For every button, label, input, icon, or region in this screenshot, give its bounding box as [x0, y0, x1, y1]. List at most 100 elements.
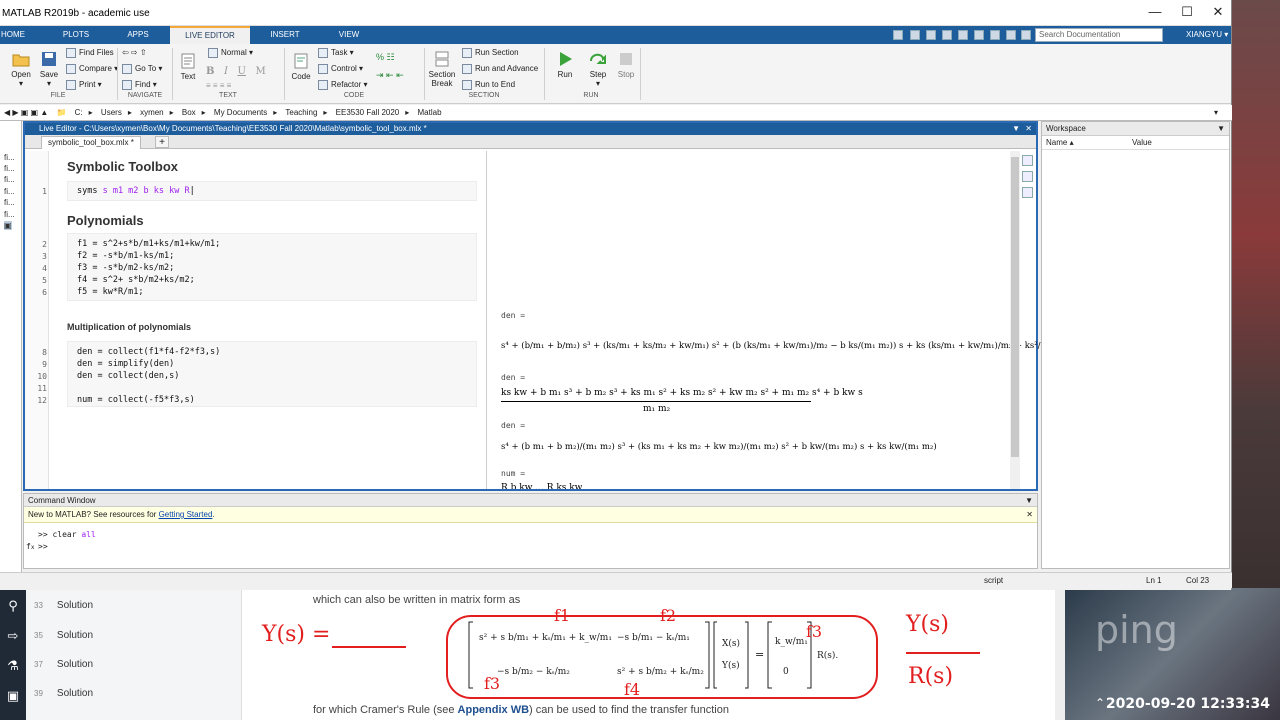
user-account-menu[interactable]: XIANGYU ▾ — [1186, 26, 1228, 44]
panel-options-icon[interactable]: ▼ — [1025, 494, 1033, 507]
file-item[interactable]: fi... — [4, 175, 15, 184]
file-item-selected[interactable]: ▣ — [4, 221, 12, 230]
file-item[interactable]: fi... — [4, 210, 15, 219]
code-line[interactable]: f2 = -s*b/m1-ks/m1; — [77, 251, 174, 261]
code-line[interactable]: den = collect(den,s) — [77, 371, 179, 381]
open-button[interactable]: Open ▾ — [8, 50, 34, 88]
output-inline-icon[interactable] — [1022, 171, 1033, 182]
tab-apps[interactable]: APPS — [116, 26, 160, 44]
control-button[interactable]: Control ▾ — [318, 64, 363, 74]
code-line[interactable]: f4 = s^2+ s*b/m2+ks/m2; — [77, 275, 195, 285]
address-dropdown-icon[interactable]: ▾ — [1214, 105, 1218, 121]
minimize-button[interactable]: — — [1140, 4, 1170, 19]
step-button[interactable]: Step ▾ — [585, 50, 611, 88]
column-name[interactable]: Name ▴ — [1046, 136, 1074, 150]
stop-button[interactable]: Stop — [613, 50, 639, 79]
back-forward-buttons[interactable]: ⇦ ⇨ ⇧ — [122, 48, 147, 57]
close-button[interactable]: ✕ — [1203, 4, 1233, 20]
tab-insert[interactable]: INSERT — [262, 26, 308, 44]
current-folder-bar[interactable]: ◀ ▶ ▣ ▣ ▲ 📁 C: ▸ Users ▸ xymen ▸ Box ▸ My Do… — [0, 105, 1232, 121]
monospace-button[interactable]: M — [255, 66, 265, 77]
panel-close-icon[interactable]: ✕ — [1025, 123, 1032, 135]
breadcrumb-item[interactable]: xymen — [140, 108, 164, 117]
code-button[interactable]: Code — [288, 52, 314, 81]
column-value[interactable]: Value — [1132, 136, 1152, 150]
code-line[interactable]: den = simplify(den) — [77, 359, 174, 369]
code-line[interactable]: f3 = -s*b/m2-ks/m2; — [77, 263, 174, 273]
indent-icons[interactable]: ⇥ ⇤ ⇤ — [376, 70, 404, 81]
file-item[interactable]: fi... — [4, 164, 15, 173]
page-scrollbar[interactable] — [1055, 588, 1065, 720]
toc-item[interactable]: 37 Solution — [34, 659, 93, 670]
run-section-button[interactable]: Run Section — [462, 48, 519, 58]
new-tab-button[interactable]: + — [155, 136, 169, 148]
run-to-end-button[interactable]: Run to End — [462, 80, 515, 90]
switch-windows-icon[interactable] — [990, 30, 1000, 40]
paste-icon[interactable] — [942, 30, 952, 40]
run-and-advance-button[interactable]: Run and Advance — [462, 64, 538, 74]
refactor-button[interactable]: Refactor ▾ — [318, 80, 367, 90]
comment-icons[interactable]: % ☷ — [376, 52, 395, 63]
breadcrumb-item[interactable]: C: — [75, 108, 83, 117]
image-icon[interactable]: ▣ — [5, 688, 21, 704]
bold-button[interactable]: B — [206, 66, 214, 77]
settings-icon[interactable] — [1021, 30, 1031, 40]
redo-icon[interactable] — [974, 30, 984, 40]
appendix-link[interactable]: Appendix WB — [458, 704, 530, 716]
undo-icon[interactable] — [958, 30, 968, 40]
find-button[interactable]: Find ▾ — [122, 80, 157, 90]
underline-button[interactable]: U — [238, 66, 246, 77]
print-button[interactable]: Print ▾ — [66, 80, 102, 90]
panel-options-icon[interactable]: ▼ — [1217, 122, 1225, 136]
login-icon[interactable]: ⇨ — [5, 628, 21, 644]
save-icon[interactable] — [893, 30, 903, 40]
toc-item[interactable]: 39 Solution — [34, 688, 93, 699]
search-icon[interactable]: ⚲ — [5, 598, 21, 614]
text-button[interactable]: Text — [176, 52, 200, 81]
toc-item[interactable]: 33 Solution — [34, 600, 93, 611]
output-scrollbar[interactable] — [1010, 151, 1020, 489]
code-line[interactable]: f5 = kw*R/m1; — [77, 287, 144, 297]
copy-icon[interactable] — [926, 30, 936, 40]
go-to-button[interactable]: Go To ▾ — [122, 64, 162, 74]
tab-live-editor[interactable]: LIVE EDITOR — [170, 26, 250, 45]
flask-icon[interactable]: ⚗ — [5, 658, 21, 674]
file-item[interactable]: fi... — [4, 198, 15, 207]
compare-button[interactable]: Compare ▾ — [66, 64, 118, 74]
hide-code-icon[interactable] — [1022, 187, 1033, 198]
breadcrumb-item[interactable]: My Documents — [214, 108, 267, 117]
notice-close-icon[interactable]: ✕ — [1026, 507, 1033, 523]
paragraph-style-dropdown[interactable]: Normal ▾ — [208, 48, 253, 58]
editor-tab-file[interactable]: symbolic_tool_box.mlx * — [41, 136, 141, 149]
help-icon[interactable] — [1006, 30, 1016, 40]
tab-plots[interactable]: PLOTS — [52, 26, 100, 44]
panel-options-icon[interactable]: ▼ — [1012, 123, 1020, 135]
file-item[interactable]: fi... — [4, 153, 15, 162]
search-documentation-input[interactable]: Search Documentation — [1035, 28, 1163, 42]
text-format-buttons[interactable]: B I U M — [206, 66, 266, 77]
toc-item[interactable]: 35 Solution — [34, 630, 93, 641]
list-align-buttons[interactable]: ≡ ≡ ≡ ≡ — [206, 81, 231, 90]
output-right-icon[interactable] — [1022, 155, 1033, 166]
code-line[interactable]: syms s m1 m2 b ks kw R| — [77, 186, 195, 196]
code-line[interactable]: num = collect(-f5*f3,s) — [77, 395, 195, 405]
tray-chevron-icon[interactable]: ⌃ — [1095, 696, 1105, 710]
command-prompt[interactable]: >> — [38, 542, 48, 551]
file-item[interactable]: fi... — [4, 187, 15, 196]
maximize-button[interactable]: ☐ — [1172, 4, 1202, 20]
tab-home[interactable]: HOME — [0, 26, 26, 44]
breadcrumb-item[interactable]: Teaching — [285, 108, 317, 117]
getting-started-link[interactable]: Getting Started — [159, 510, 213, 519]
code-line[interactable]: f1 = s^2+s*b/m1+ks/m1+kw/m1; — [77, 239, 220, 249]
breadcrumb-item[interactable]: Box — [182, 108, 196, 117]
task-button[interactable]: Task ▾ — [318, 48, 354, 58]
tab-view[interactable]: VIEW — [326, 26, 372, 44]
fx-icon[interactable]: fx — [26, 542, 34, 551]
code-pane[interactable]: 1 2 3 4 5 6 8 9 10 11 12 Symbolic Toolbo… — [25, 151, 487, 489]
find-files-button[interactable]: Find Files — [66, 48, 114, 58]
code-line[interactable]: den = collect(f1*f4-f2*f3,s) — [77, 347, 220, 357]
save-button[interactable]: Save ▾ — [36, 50, 62, 88]
cut-icon[interactable] — [910, 30, 920, 40]
breadcrumb-item[interactable]: Matlab — [418, 108, 442, 117]
run-button[interactable]: Run — [552, 50, 578, 79]
